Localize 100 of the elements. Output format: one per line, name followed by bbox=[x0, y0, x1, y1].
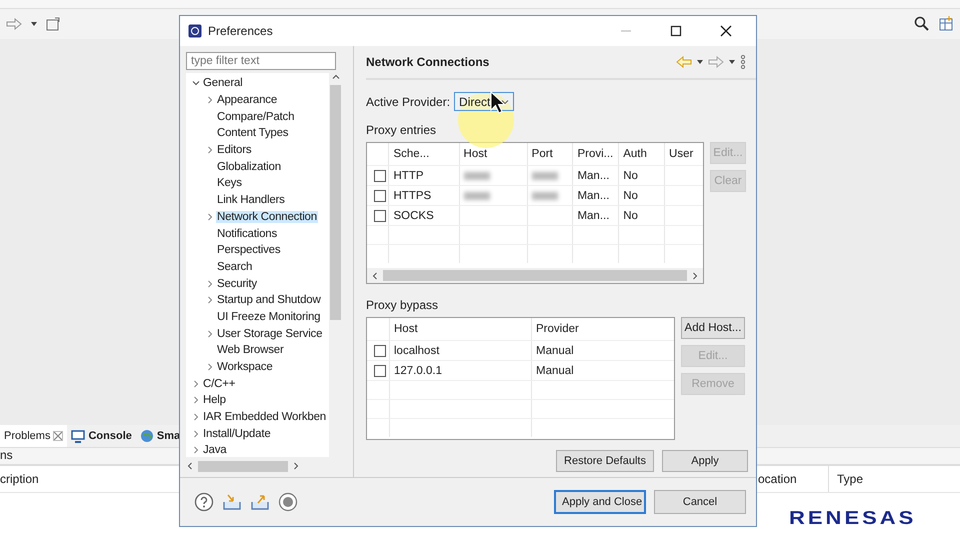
caret-icon[interactable] bbox=[696, 58, 704, 66]
company-logo: RENESAS bbox=[789, 506, 916, 530]
help-icon[interactable] bbox=[194, 492, 214, 512]
chevron-right-icon[interactable] bbox=[192, 380, 200, 388]
column-header[interactable]: Port bbox=[526, 143, 572, 165]
chevron-right-icon[interactable] bbox=[206, 96, 214, 104]
tree-item[interactable]: UI Freeze Monitoring bbox=[216, 310, 322, 323]
tree-item[interactable]: Security bbox=[216, 278, 258, 290]
caret-icon[interactable] bbox=[728, 58, 736, 66]
tree-item[interactable]: Keys bbox=[216, 177, 243, 190]
tree-item[interactable]: Help bbox=[202, 394, 227, 406]
app-icon bbox=[188, 24, 202, 38]
cursor-icon bbox=[490, 91, 506, 115]
chevron-right-icon[interactable] bbox=[192, 396, 200, 404]
maximize-icon[interactable] bbox=[670, 25, 682, 37]
tree-item[interactable]: Network Connection bbox=[216, 210, 318, 223]
chevron-up-icon[interactable] bbox=[332, 73, 340, 81]
chevron-right-icon[interactable] bbox=[192, 413, 200, 422]
checkbox[interactable] bbox=[374, 170, 386, 182]
import-icon[interactable] bbox=[222, 493, 242, 511]
record-icon[interactable] bbox=[278, 492, 298, 512]
checkbox[interactable] bbox=[374, 210, 386, 222]
page-title: Network Connections bbox=[366, 55, 490, 69]
table-cell: No bbox=[618, 166, 664, 185]
table-cell: Manual bbox=[531, 341, 672, 360]
tree-item[interactable]: Startup and Shutdow bbox=[216, 294, 322, 306]
window-icon[interactable] bbox=[46, 17, 60, 31]
column-header: Type bbox=[828, 466, 864, 492]
chevron-right-icon[interactable] bbox=[206, 212, 214, 221]
tree-item[interactable]: Editors bbox=[216, 144, 252, 156]
dialog-button[interactable]: Cancel bbox=[654, 490, 746, 514]
horizontal-scrollbar[interactable] bbox=[367, 268, 703, 283]
chevron-right-icon[interactable] bbox=[206, 363, 214, 372]
table-cell: 127.0.0.1 bbox=[389, 361, 531, 380]
checkbox[interactable] bbox=[374, 344, 386, 356]
table-cell: No bbox=[618, 186, 664, 205]
vertical-scrollbar[interactable] bbox=[329, 73, 342, 457]
table-cell: HTTPS bbox=[388, 186, 459, 205]
chevron-right-icon[interactable] bbox=[192, 446, 200, 454]
forward-arrow-icon[interactable] bbox=[6, 18, 22, 30]
section-label: Proxy entries bbox=[366, 123, 438, 137]
chevron-left-icon[interactable] bbox=[371, 272, 379, 280]
column-header[interactable]: Host bbox=[389, 318, 531, 340]
panel-tab[interactable]: Sma bbox=[136, 425, 184, 447]
scrollbar-thumb[interactable] bbox=[198, 460, 288, 472]
caret-icon[interactable] bbox=[30, 20, 38, 28]
chevron-right-icon[interactable] bbox=[206, 330, 214, 338]
page-button[interactable]: Restore Defaults bbox=[556, 450, 654, 472]
tree-item[interactable]: Perspectives bbox=[216, 244, 282, 256]
tree-item[interactable]: Globalization bbox=[216, 160, 282, 173]
table-cell: localhost bbox=[389, 341, 531, 360]
chevron-down-icon[interactable] bbox=[501, 98, 510, 106]
tree-item[interactable]: User Storage Service bbox=[216, 328, 324, 340]
chevron-right-icon[interactable] bbox=[691, 272, 699, 280]
chevron-down-icon[interactable] bbox=[192, 79, 200, 88]
tree-item[interactable]: Notifications bbox=[216, 228, 278, 240]
tree-item[interactable]: Workspace bbox=[216, 361, 274, 374]
close-icon[interactable] bbox=[720, 25, 732, 37]
column-header[interactable]: Sche... bbox=[388, 143, 459, 165]
table-cell: SOCKS bbox=[388, 206, 459, 225]
perspective-icon[interactable] bbox=[938, 16, 954, 32]
tree-item[interactable]: General bbox=[202, 77, 244, 90]
search-icon[interactable] bbox=[914, 16, 930, 32]
table-cell: No bbox=[618, 206, 664, 225]
column-header: cription bbox=[0, 472, 40, 486]
tree-item[interactable]: Appearance bbox=[216, 94, 278, 106]
column-header[interactable]: User bbox=[664, 143, 703, 165]
tree-item[interactable]: Compare/Patch bbox=[216, 110, 296, 123]
chevron-right-icon[interactable] bbox=[192, 430, 200, 438]
column-header[interactable]: Provider bbox=[531, 318, 672, 340]
chevron-right-icon[interactable] bbox=[206, 296, 214, 304]
chevron-right-icon[interactable] bbox=[206, 280, 214, 288]
tree-item[interactable]: Search bbox=[216, 260, 254, 273]
dialog-button[interactable]: Apply and Close bbox=[554, 490, 646, 514]
chevron-right-icon[interactable] bbox=[292, 462, 300, 470]
globe-icon bbox=[140, 429, 154, 443]
menu-icon[interactable] bbox=[740, 55, 746, 69]
monitor-icon bbox=[71, 430, 86, 442]
provider-label: Active Provider: bbox=[366, 94, 450, 108]
column-header[interactable]: Provi... bbox=[572, 143, 618, 165]
export-icon[interactable] bbox=[250, 493, 270, 511]
filter-field[interactable]: type filter text bbox=[186, 52, 336, 70]
chevron-left-icon[interactable] bbox=[186, 462, 194, 470]
column-header[interactable]: Auth bbox=[618, 143, 664, 165]
page-button[interactable]: Apply bbox=[662, 450, 748, 472]
tree-item[interactable]: Content Types bbox=[216, 127, 290, 140]
tree-item[interactable]: Web Browser bbox=[216, 344, 285, 356]
tree-item[interactable]: C/C++ bbox=[202, 378, 236, 390]
checkbox[interactable] bbox=[374, 190, 386, 202]
column-header: ocation bbox=[758, 471, 798, 488]
checkbox[interactable] bbox=[374, 364, 386, 376]
column-header[interactable]: Host bbox=[458, 143, 527, 165]
side-button[interactable]: Add Host... bbox=[681, 317, 745, 339]
tree-item[interactable]: IAR Embedded Workben bbox=[202, 411, 327, 424]
tree-item[interactable]: Link Handlers bbox=[216, 194, 286, 206]
tree-item[interactable]: Install/Update bbox=[202, 428, 272, 440]
chevron-right-icon[interactable] bbox=[206, 146, 214, 154]
panel-tab[interactable]: Problems bbox=[0, 425, 68, 447]
table-cell: Man... bbox=[572, 166, 618, 185]
panel-tab[interactable]: Console bbox=[67, 425, 136, 447]
